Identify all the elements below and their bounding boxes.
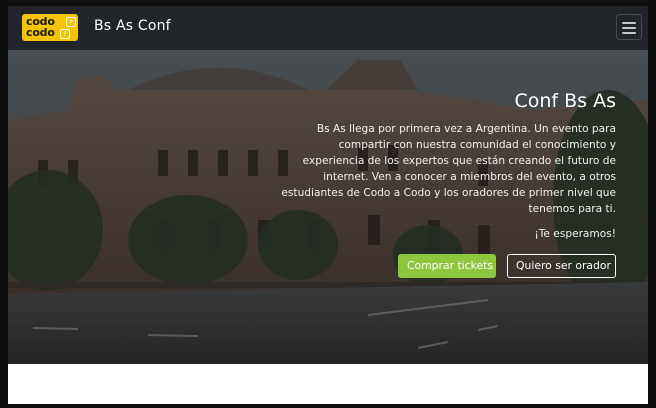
hero-description-line: experiencia de los expertos que están cr… xyxy=(302,155,616,167)
hero-description-line: internet. Ven a conocer a miembros del e… xyxy=(323,171,616,183)
hero-description: Bs As llega por primera vez a Argentina.… xyxy=(276,121,616,217)
hamburger-icon-bar xyxy=(622,32,636,34)
page-frame: codo codo > / Bs As Conf Conf Bs As Bs A… xyxy=(8,6,648,404)
logo-text-line-2: codo xyxy=(26,26,55,39)
hero-description-line: tenemos para ti. xyxy=(528,203,617,215)
hamburger-icon-bar xyxy=(622,27,636,29)
become-speaker-button[interactable]: Quiero ser orador xyxy=(507,254,616,278)
hero-title: Conf Bs As xyxy=(514,90,616,112)
hero-description-line: Bs As llega por primera vez a Argentina.… xyxy=(316,123,616,135)
navbar: codo codo > / Bs As Conf xyxy=(8,6,648,50)
logo-bracket-icon: > xyxy=(66,17,76,27)
hero-tagline: ¡Te esperamos! xyxy=(534,228,617,240)
hero-description-line: estudiantes de Codo a Codo y los oradore… xyxy=(281,187,616,199)
logo-bracket-icon: / xyxy=(60,29,70,39)
buy-tickets-button[interactable]: Comprar tickets xyxy=(398,254,496,278)
hero-description-line: compartir con nuestra comunidad el conoc… xyxy=(338,139,616,151)
codo-a-codo-logo[interactable]: codo codo > / xyxy=(22,14,78,41)
navbar-toggler-button[interactable] xyxy=(616,14,642,40)
hero-section: Conf Bs As Bs As llega por primera vez a… xyxy=(8,50,648,364)
brand-link[interactable]: Bs As Conf xyxy=(94,18,171,34)
hamburger-icon xyxy=(622,22,636,24)
